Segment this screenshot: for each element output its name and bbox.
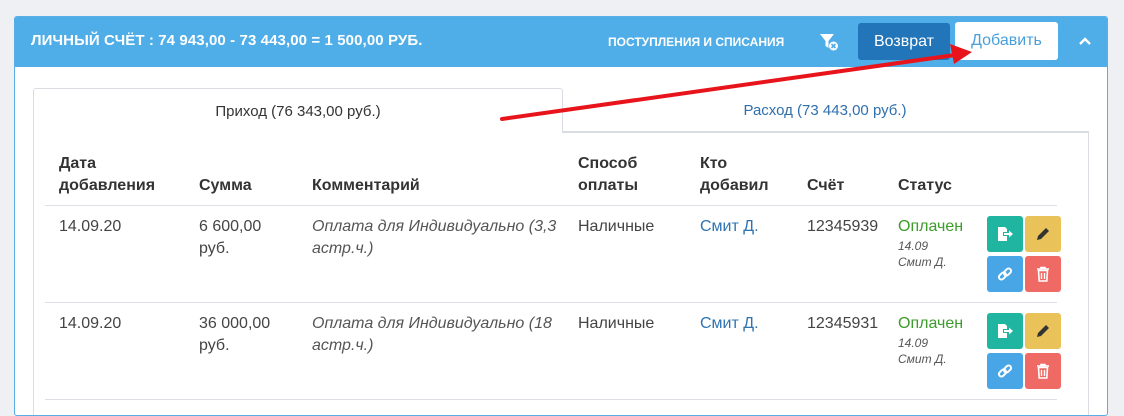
- divider: [45, 205, 1057, 206]
- header-who: Кто добавил: [700, 155, 769, 194]
- export-icon: [998, 227, 1013, 241]
- header-method: Способ оплаты: [578, 155, 638, 194]
- tab-content: [33, 131, 1089, 415]
- export-icon: [998, 324, 1013, 338]
- header-status: Статус: [898, 177, 952, 194]
- row-comment: Оплата для Индивидуально (3,3 астр.ч.): [312, 218, 557, 257]
- return-button[interactable]: Возврат: [858, 23, 950, 60]
- row-status: Оплачен 14.09 Смит Д.: [898, 315, 964, 366]
- link-icon: [997, 364, 1013, 378]
- header-sum: Сумма: [199, 177, 252, 194]
- export-button[interactable]: [987, 313, 1023, 349]
- status-badge: Оплачен: [898, 315, 964, 332]
- trash-icon: [1037, 363, 1049, 379]
- header-comment: Комментарий: [312, 177, 420, 194]
- delete-button[interactable]: [1025, 256, 1061, 292]
- delete-button[interactable]: [1025, 353, 1061, 389]
- row-sum: 36 000,00 руб.: [199, 315, 271, 354]
- row-who-link[interactable]: Смит Д.: [700, 313, 759, 335]
- row-status: Оплачен 14.09 Смит Д.: [898, 218, 964, 269]
- divider: [45, 399, 1057, 400]
- export-button[interactable]: [987, 216, 1023, 252]
- row-method: Наличные: [578, 315, 655, 332]
- account-title: ЛИЧНЫЙ СЧЁТ : 74 943,00 - 73 443,00 = 1 …: [31, 32, 423, 49]
- pencil-icon: [1037, 228, 1049, 240]
- divider: [45, 302, 1057, 303]
- row-date: 14.09.20: [59, 315, 122, 332]
- row-date: 14.09.20: [59, 218, 122, 235]
- status-badge: Оплачен: [898, 218, 964, 235]
- edit-button[interactable]: [1025, 313, 1061, 349]
- link-icon: [997, 267, 1013, 281]
- trash-icon: [1037, 266, 1049, 282]
- header-account: Счёт: [807, 177, 845, 194]
- row-account: 12345931: [807, 315, 879, 332]
- row-who-link[interactable]: Смит Д.: [700, 216, 759, 238]
- tab-income[interactable]: Приход (76 343,00 руб.): [33, 88, 563, 133]
- pencil-icon: [1037, 325, 1049, 337]
- link-button[interactable]: [987, 256, 1023, 292]
- row-method: Наличные: [578, 218, 655, 235]
- add-button[interactable]: Добавить: [955, 22, 1058, 60]
- filter-icon[interactable]: [819, 32, 839, 52]
- row-comment: Оплата для Индивидуально (18 астр.ч.): [312, 315, 552, 354]
- tab-expense[interactable]: Расход (73 443,00 руб.): [561, 88, 1089, 133]
- panel-header: ЛИЧНЫЙ СЧЁТ : 74 943,00 - 73 443,00 = 1 …: [15, 17, 1107, 67]
- header-date: Дата добавления: [59, 155, 156, 194]
- link-button[interactable]: [987, 353, 1023, 389]
- row-account: 12345939: [807, 218, 879, 235]
- chevron-up-icon[interactable]: [1078, 34, 1092, 48]
- flow-link[interactable]: ПОСТУПЛЕНИЯ И СПИСАНИЯ: [608, 35, 784, 49]
- edit-button[interactable]: [1025, 216, 1061, 252]
- row-sum: 6 600,00 руб.: [199, 218, 262, 257]
